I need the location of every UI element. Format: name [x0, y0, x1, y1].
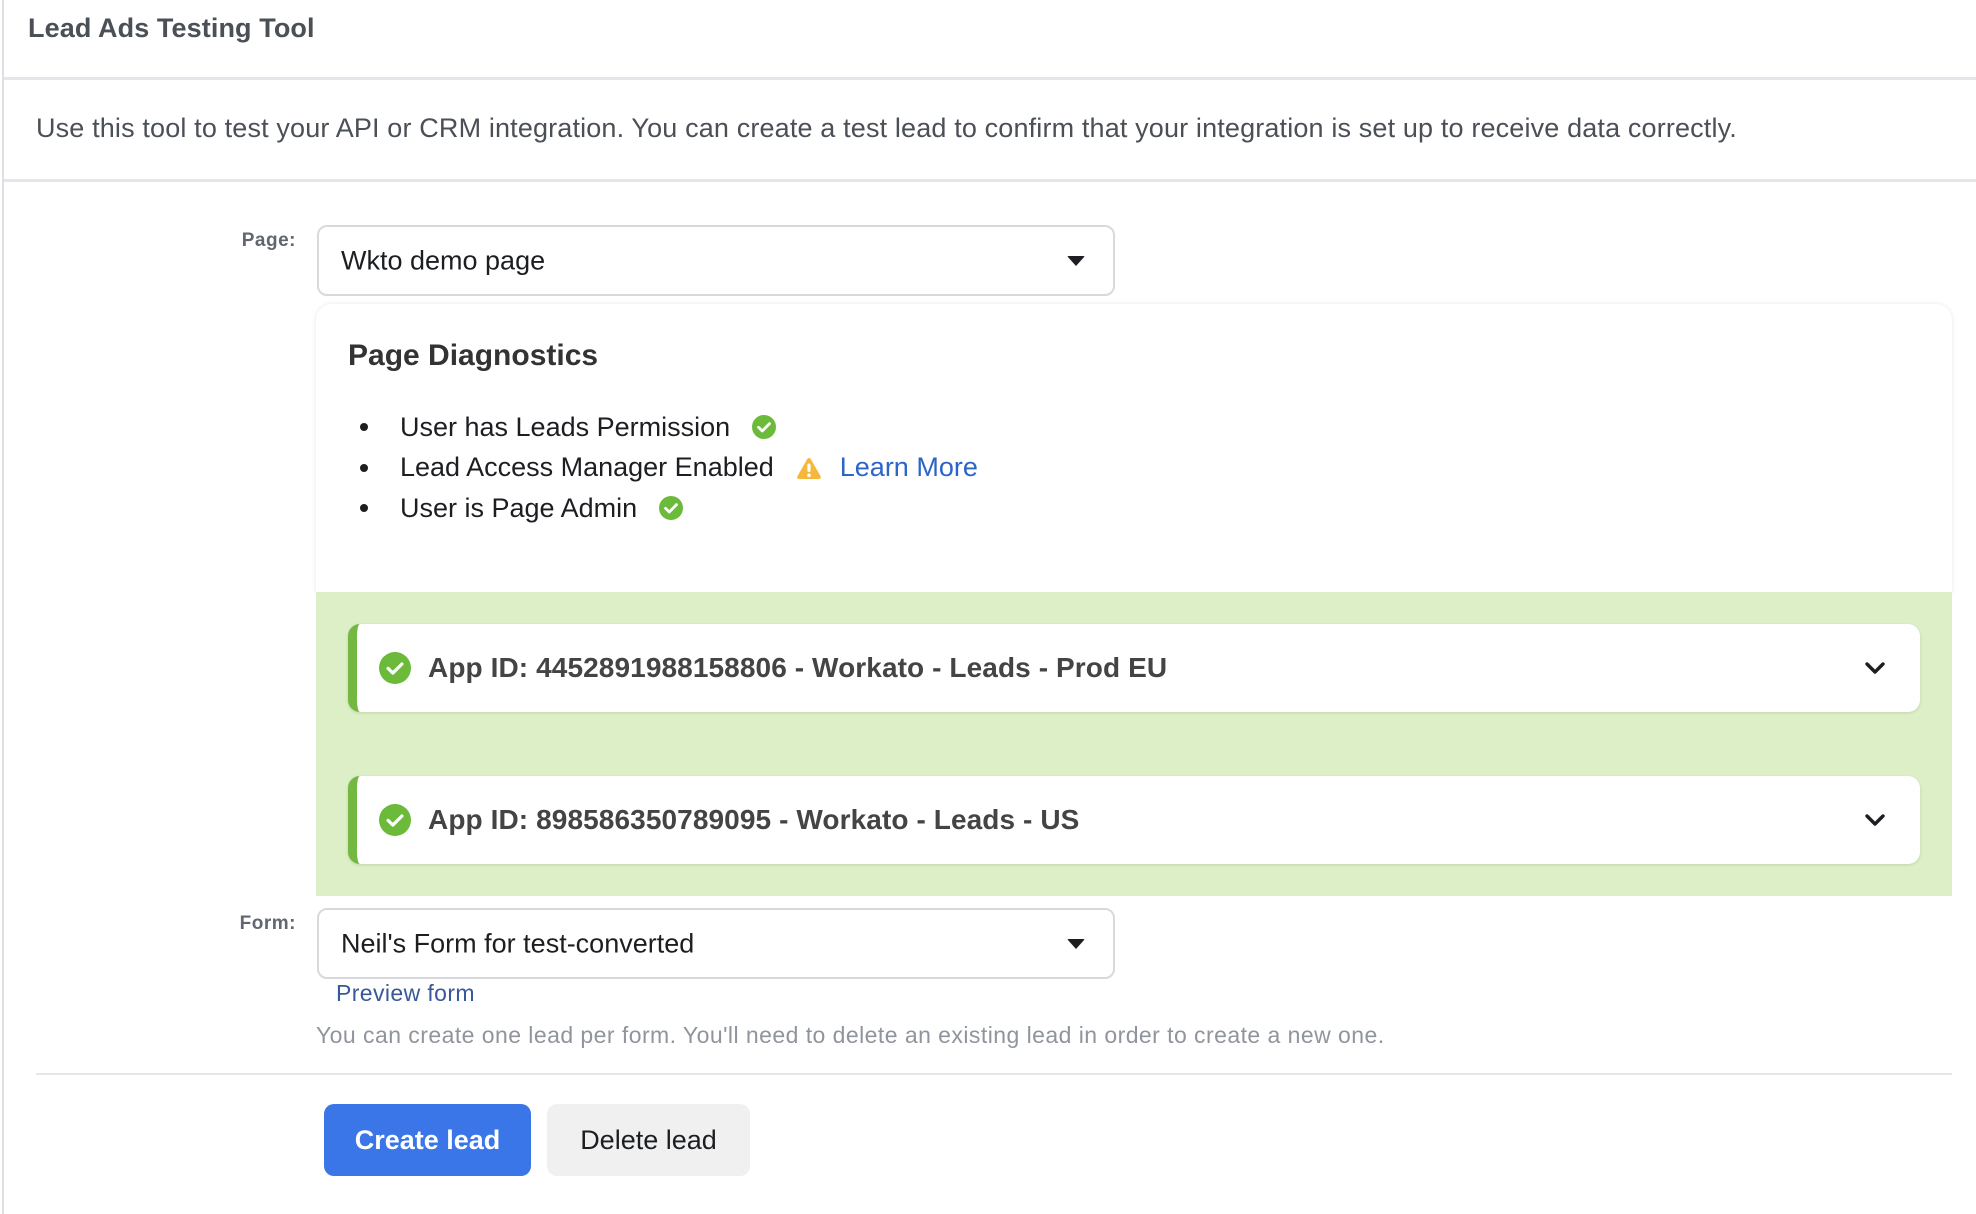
- check-circle-icon: [659, 496, 684, 521]
- app-label: App ID: 898586350789095 - Workato - Lead…: [428, 804, 1080, 835]
- diagnostic-label: User is Page Admin: [400, 492, 638, 523]
- form-hint-text: You can create one lead per form. You'll…: [316, 1022, 1385, 1048]
- caret-down-icon: [1067, 938, 1085, 949]
- bullet-icon: [360, 423, 368, 432]
- app-status-panel: App ID: 4452891988158806 - Workato - Lea…: [316, 592, 1952, 896]
- diagnostic-item-lead-access-manager: Lead Access Manager Enabled Learn More: [356, 448, 978, 489]
- form-select[interactable]: Neil's Form for test-converted: [317, 908, 1115, 979]
- diagnostic-item-page-admin: User is Page Admin: [356, 488, 978, 529]
- description-divider: [4, 179, 1976, 182]
- page-title: Lead Ads Testing Tool: [28, 13, 315, 43]
- learn-more-link[interactable]: Learn More: [840, 452, 978, 483]
- app-card-prod-eu[interactable]: App ID: 4452891988158806 - Workato - Lea…: [348, 624, 1920, 712]
- diagnostic-label: User has Leads Permission: [400, 411, 731, 442]
- actions-divider: [36, 1073, 1952, 1075]
- page-frame-border: [2, 0, 4, 1214]
- check-circle-icon: [379, 652, 411, 684]
- check-circle-icon: [752, 415, 777, 440]
- header-divider: [4, 77, 1976, 80]
- tool-description: Use this tool to test your API or CRM in…: [36, 113, 1737, 143]
- form-select-value: Neil's Form for test-converted: [341, 928, 695, 958]
- preview-form-link[interactable]: Preview form: [336, 980, 475, 1007]
- chevron-down-icon[interactable]: [1864, 661, 1886, 675]
- bullet-icon: [360, 463, 368, 472]
- app-card-us[interactable]: App ID: 898586350789095 - Workato - Lead…: [348, 776, 1920, 864]
- caret-down-icon: [1067, 255, 1085, 266]
- page-diagnostics-card: Page Diagnostics User has Leads Permissi…: [316, 304, 1952, 593]
- check-circle-icon: [379, 804, 411, 836]
- app-label: App ID: 4452891988158806 - Workato - Lea…: [428, 652, 1168, 683]
- diagnostics-list: User has Leads Permission Lead Access Ma…: [356, 407, 978, 529]
- bullet-icon: [360, 504, 368, 513]
- page-select-value: Wkto demo page: [341, 245, 546, 275]
- create-lead-button[interactable]: Create lead: [324, 1104, 531, 1176]
- page-label: Page:: [241, 230, 296, 251]
- form-label: Form:: [239, 913, 296, 934]
- warning-triangle-icon: [796, 456, 822, 480]
- diagnostic-item-leads-permission: User has Leads Permission: [356, 407, 978, 448]
- chevron-down-icon[interactable]: [1864, 813, 1886, 827]
- page-diagnostics-title: Page Diagnostics: [348, 339, 599, 372]
- page-select[interactable]: Wkto demo page: [317, 225, 1115, 296]
- diagnostic-label: Lead Access Manager Enabled: [400, 452, 774, 483]
- delete-lead-button[interactable]: Delete lead: [547, 1104, 750, 1176]
